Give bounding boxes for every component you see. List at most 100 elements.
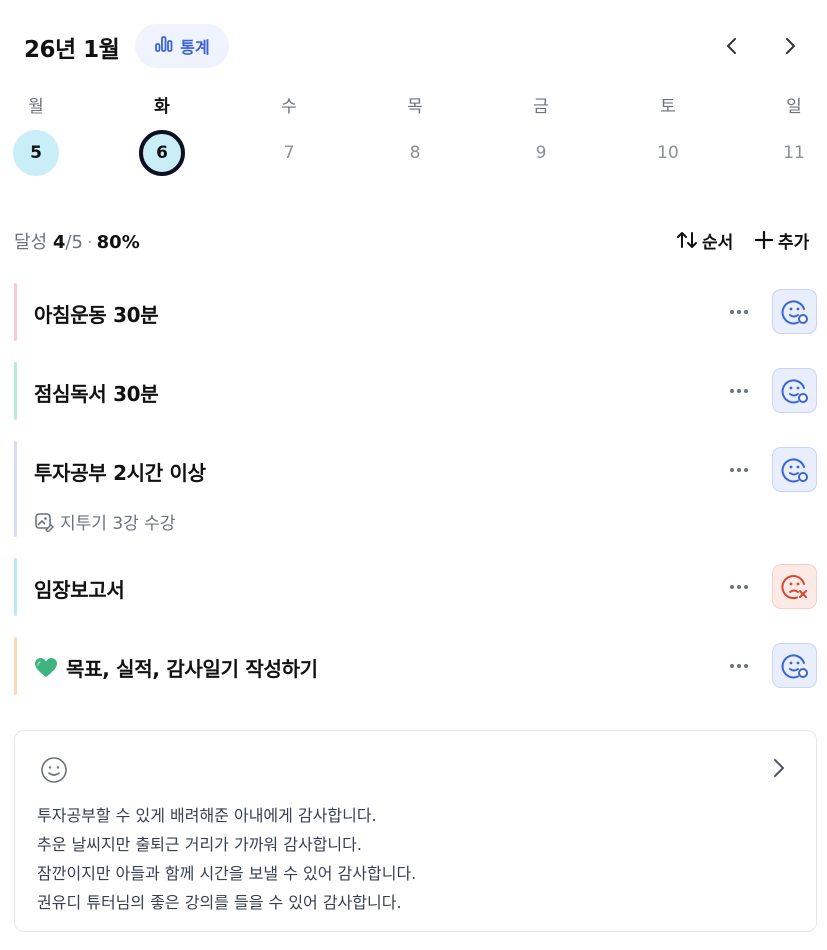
image-note-icon	[35, 512, 54, 532]
day-saturday: 토 10	[638, 88, 698, 188]
task-title: 점심독서 30분	[34, 382, 159, 406]
dot	[737, 585, 741, 589]
more-options-button[interactable]	[724, 656, 754, 676]
progress-summary: 달성 4/5 · 80%	[14, 228, 140, 254]
progress-percent: 80%	[96, 232, 140, 253]
dot	[744, 310, 748, 314]
more-options-button[interactable]	[724, 460, 754, 480]
gratitude-line: 권유디 튜터님의 좋은 강의를 들을 수 있어 감사합니다.	[37, 893, 402, 912]
gratitude-journal-card[interactable]: 투자공부할 수 있게 배려해준 아내에게 감사합니다. 추운 날씨지만 출퇴근 …	[14, 730, 817, 932]
dot	[737, 468, 741, 472]
dot	[730, 468, 734, 472]
more-options-button[interactable]	[724, 381, 754, 401]
gratitude-line: 투자공부할 수 있게 배려해준 아내에게 감사합니다.	[37, 806, 377, 825]
day-name: 금	[533, 97, 549, 117]
sort-order-button[interactable]: 순서	[676, 226, 733, 254]
gratitude-line: 잠깐이지만 아들과 함께 시간을 보낼 수 있어 감사합니다.	[37, 864, 417, 883]
day-friday: 금 9	[511, 88, 571, 188]
add-task-button[interactable]: 추가	[754, 226, 809, 254]
task-status-success-button[interactable]	[772, 368, 817, 413]
task-status-fail-button[interactable]	[772, 564, 817, 609]
prev-week-button[interactable]	[718, 32, 746, 60]
day-tuesday: 화 6	[132, 88, 192, 188]
progress-total-count: /5	[65, 232, 83, 253]
chevron-left-icon	[727, 38, 736, 54]
day-name: 화	[154, 97, 170, 117]
smile-check-icon	[781, 299, 808, 324]
dot	[737, 389, 741, 393]
task-title: 아침운동 30분	[34, 303, 159, 327]
smile-icon	[39, 755, 69, 789]
task-color-bar	[14, 637, 17, 695]
month-title: 26년 1월	[24, 37, 120, 63]
smile-check-icon	[781, 653, 808, 678]
gratitude-line: 추운 날씨지만 출퇴근 거리가 가까워 감사합니다.	[37, 835, 362, 854]
task-item[interactable]: 아침운동 30분	[14, 283, 817, 341]
day-name: 목	[407, 97, 423, 117]
progress-label: 달성	[14, 232, 48, 253]
more-options-button[interactable]	[724, 577, 754, 597]
day-number[interactable]: 9	[518, 130, 564, 176]
sad-x-icon	[781, 574, 807, 599]
bar-chart-icon	[154, 35, 174, 57]
progress-separator: ·	[86, 232, 93, 253]
task-color-bar	[14, 362, 17, 420]
stats-button-label: 통계	[180, 38, 210, 57]
task-status-success-button[interactable]	[772, 289, 817, 334]
next-week-button[interactable]	[776, 32, 804, 60]
day-name: 토	[660, 97, 676, 117]
dot	[730, 585, 734, 589]
dot	[730, 664, 734, 668]
dot	[744, 468, 748, 472]
progress-done-count: 4	[52, 232, 66, 253]
task-item[interactable]: 점심독서 30분	[14, 362, 817, 420]
green-heart-icon	[35, 657, 57, 677]
sort-arrows-icon	[677, 232, 697, 248]
task-note-text: 지투기 3강 수강	[60, 514, 176, 534]
day-number[interactable]: 5	[13, 130, 59, 176]
smile-check-icon	[781, 378, 808, 403]
sort-order-label: 순서	[702, 232, 734, 253]
day-monday: 월 5	[6, 88, 66, 188]
day-sunday: 일 11	[764, 88, 824, 188]
week-strip: 월 5 화 6 수 7 목 8 금 9 토 10 일 11	[0, 88, 827, 188]
task-note: 지투기 3강 수강	[34, 509, 175, 534]
day-wednesday: 수 7	[259, 88, 319, 188]
day-number[interactable]: 7	[266, 130, 312, 176]
task-title: 투자공부 2시간 이상	[34, 461, 206, 485]
dot	[744, 664, 748, 668]
dot	[730, 389, 734, 393]
day-thursday: 목 8	[385, 88, 445, 188]
gratitude-lines: 투자공부할 수 있게 배려해준 아내에게 감사합니다. 추운 날씨지만 출퇴근 …	[37, 801, 416, 917]
task-item[interactable]: 투자공부 2시간 이상 지투기 3강 수강	[14, 441, 817, 537]
chevron-right-icon	[786, 38, 795, 54]
day-name: 수	[281, 97, 297, 117]
dot	[737, 310, 741, 314]
task-item[interactable]: 목표, 실적, 감사일기 작성하기	[14, 637, 817, 695]
day-number[interactable]: 11	[771, 130, 817, 176]
progress-row: 달성 4/5 · 80% 순서 추가	[14, 226, 817, 254]
day-number-selected[interactable]: 6	[139, 130, 185, 176]
calendar-header: 26년 1월 통계	[0, 0, 827, 92]
task-title-row: 목표, 실적, 감사일기 작성하기	[34, 653, 318, 682]
chevron-right-icon	[771, 757, 787, 783]
task-status-success-button[interactable]	[772, 447, 817, 492]
plus-icon	[754, 230, 774, 250]
task-color-bar	[14, 558, 17, 616]
day-number[interactable]: 10	[645, 130, 691, 176]
task-title: 임장보고서	[34, 578, 125, 602]
day-name: 월	[28, 97, 44, 117]
day-number[interactable]: 8	[392, 130, 438, 176]
more-options-button[interactable]	[724, 302, 754, 322]
dot	[744, 389, 748, 393]
task-color-bar	[14, 441, 17, 537]
smile-check-icon	[781, 457, 808, 482]
dot	[730, 310, 734, 314]
task-title: 목표, 실적, 감사일기 작성하기	[66, 657, 318, 681]
dot	[744, 585, 748, 589]
day-name: 일	[786, 97, 802, 117]
task-status-success-button[interactable]	[772, 643, 817, 688]
stats-button[interactable]: 통계	[135, 24, 229, 68]
task-item[interactable]: 임장보고서	[14, 558, 817, 616]
add-task-label: 추가	[778, 232, 810, 253]
